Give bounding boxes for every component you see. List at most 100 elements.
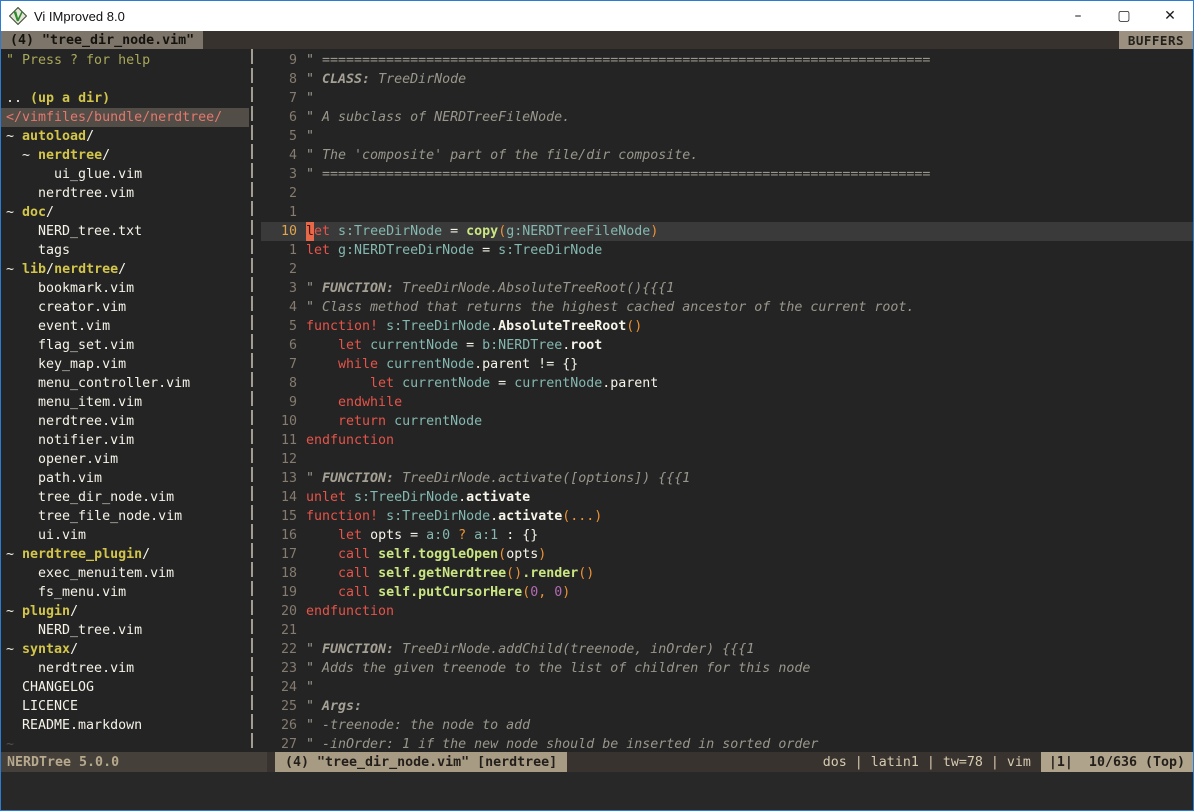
tree-item[interactable]: flag_set.vim <box>1 336 249 355</box>
code-line[interactable]: 3" =====================================… <box>261 165 1193 184</box>
editor-pane[interactable]: 9" =====================================… <box>261 49 1193 752</box>
code-line[interactable]: 13" FUNCTION: TreeDirNode.activate([opti… <box>261 469 1193 488</box>
code-line[interactable]: 20endfunction <box>261 602 1193 621</box>
code-line[interactable]: 2 <box>261 184 1193 203</box>
tree-item[interactable]: NERD_tree.txt <box>1 222 249 241</box>
tree-item[interactable]: event.vim <box>1 317 249 336</box>
tree-item[interactable]: notifier.vim <box>1 431 249 450</box>
tree-item[interactable]: ~ syntax/ <box>1 640 249 659</box>
token-n <box>466 526 474 545</box>
command-line[interactable] <box>1 772 1193 810</box>
tree-item[interactable]: ~ plugin/ <box>1 602 249 621</box>
token-cb: CLASS: <box>322 70 370 89</box>
code-line[interactable]: 25" Args: <box>261 697 1193 716</box>
code-line[interactable]: 17 call self.toggleOpen(opts) <box>261 545 1193 564</box>
code-line[interactable]: 21 <box>261 621 1193 640</box>
code-line-current[interactable]: 10let s:TreeDirNode = copy(g:NERDTreeFil… <box>261 222 1193 241</box>
token-w: ~ <box>6 205 22 220</box>
tree-item[interactable]: tree_file_node.vim <box>1 507 249 526</box>
token-d: nerdtree_plugin <box>22 547 142 562</box>
tree-item[interactable]: menu_controller.vim <box>1 374 249 393</box>
tree-item[interactable]: menu_item.vim <box>1 393 249 412</box>
tree-item[interactable]: ui.vim <box>1 526 249 545</box>
tree-item[interactable]: ~ nerdtree_plugin/ <box>1 545 249 564</box>
code-line[interactable]: 12 <box>261 450 1193 469</box>
tab-active[interactable]: (4) "tree_dir_node.vim" <box>1 31 203 49</box>
tree-item[interactable]: bookmark.vim <box>1 279 249 298</box>
code-line[interactable]: 24" <box>261 678 1193 697</box>
code-line[interactable]: 5function! s:TreeDirNode.AbsoluteTreeRoo… <box>261 317 1193 336</box>
tree-item[interactable]: CHANGELOG <box>1 678 249 697</box>
code-line[interactable]: 26" -treenode: the node to add <box>261 716 1193 735</box>
code-line[interactable]: 16 let opts = a:0 ? a:1 : {} <box>261 526 1193 545</box>
code-line[interactable]: 7 while currentNode.parent != {} <box>261 355 1193 374</box>
tree-item[interactable]: path.vim <box>1 469 249 488</box>
tree-item[interactable]: ~ lib/nerdtree/ <box>1 260 249 279</box>
line-number: 14 <box>261 488 297 507</box>
code-line[interactable]: 22" FUNCTION: TreeDirNode.addChild(treen… <box>261 640 1193 659</box>
tree-item[interactable]: nerdtree.vim <box>1 184 249 203</box>
line-number: 4 <box>261 298 297 317</box>
code-line[interactable]: 19 call self.putCursorHere(0, 0) <box>261 583 1193 602</box>
vertical-split[interactable] <box>249 49 261 752</box>
code-line[interactable]: 6" A subclass of NERDTreeFileNode. <box>261 108 1193 127</box>
code-line[interactable]: 9" =====================================… <box>261 51 1193 70</box>
token-w: ui_glue.vim <box>6 167 142 182</box>
code-line[interactable]: 11endfunction <box>261 431 1193 450</box>
minimize-button[interactable]: – <box>1055 1 1101 31</box>
code-line[interactable]: 10 return currentNode <box>261 412 1193 431</box>
code-line[interactable]: 4" The 'composite' part of the file/dir … <box>261 146 1193 165</box>
code-line[interactable]: 4 " Class method that returns the highest… <box>261 298 1193 317</box>
tree-item[interactable]: exec_menuitem.vim <box>1 564 249 583</box>
token-k: et <box>314 222 330 241</box>
tree-item[interactable]: " Press ? for help <box>1 51 249 70</box>
tree-item[interactable]: NERD_tree.vim <box>1 621 249 640</box>
tree-item[interactable]: creator.vim <box>1 298 249 317</box>
maximize-button[interactable]: ▢ <box>1101 1 1147 31</box>
tree-item[interactable]: .. (up a dir) <box>1 89 249 108</box>
main-area: " Press ? for help .. (up a dir)</vimfil… <box>1 49 1193 752</box>
tree-item[interactable]: ui_glue.vim <box>1 165 249 184</box>
code-line[interactable]: 2 <box>261 260 1193 279</box>
tree-item[interactable]: tree_dir_node.vim <box>1 488 249 507</box>
token-i: a:0 <box>426 526 450 545</box>
code-line[interactable]: 23" Adds the given treenode to the list … <box>261 659 1193 678</box>
code-line[interactable]: 7" <box>261 89 1193 108</box>
tree-item[interactable]: README.markdown <box>1 716 249 735</box>
tree-item[interactable]: ~ nerdtree/ <box>1 146 249 165</box>
tree-item[interactable]: ~ <box>1 735 249 752</box>
code-line[interactable]: 27" -inOrder: 1 if the new node should b… <box>261 735 1193 752</box>
token-k: endfunction <box>306 602 394 621</box>
token-k: endwhile <box>338 393 402 412</box>
tree-item[interactable]: ~ doc/ <box>1 203 249 222</box>
token-c: " <box>306 279 322 298</box>
code-line[interactable]: 18 call self.getNerdtree().render() <box>261 564 1193 583</box>
code-line[interactable]: 1 <box>261 203 1193 222</box>
code-line[interactable]: 6 let currentNode = b:NERDTree.root <box>261 336 1193 355</box>
code-line[interactable]: 14unlet s:TreeDirNode.activate <box>261 488 1193 507</box>
code-line[interactable]: 1let g:NERDTreeDirNode = s:TreeDirNode <box>261 241 1193 260</box>
token-c: " Class method that returns the highest … <box>306 298 914 317</box>
nerdtree-panel[interactable]: " Press ? for help .. (up a dir)</vimfil… <box>1 49 249 752</box>
tree-item[interactable]: key_map.vim <box>1 355 249 374</box>
code-line[interactable]: 9 endwhile <box>261 393 1193 412</box>
close-button[interactable]: ✕ <box>1147 1 1193 31</box>
code-line[interactable]: 8 let currentNode = currentNode.parent <box>261 374 1193 393</box>
tree-item[interactable]: fs_menu.vim <box>1 583 249 602</box>
token-w: README.markdown <box>6 718 142 733</box>
tree-item[interactable]: tags <box>1 241 249 260</box>
line-number: 7 <box>261 355 297 374</box>
tree-item[interactable]: opener.vim <box>1 450 249 469</box>
tree-item[interactable]: ~ autoload/ <box>1 127 249 146</box>
line-number: 6 <box>261 108 297 127</box>
code-line[interactable]: 3" FUNCTION: TreeDirNode.AbsoluteTreeRoo… <box>261 279 1193 298</box>
line-number: 2 <box>261 260 297 279</box>
tree-root-item[interactable]: </vimfiles/bundle/nerdtree/ <box>1 108 249 127</box>
tree-item[interactable]: nerdtree.vim <box>1 659 249 678</box>
code-line[interactable]: 15function! s:TreeDirNode.activate(...) <box>261 507 1193 526</box>
tree-item[interactable]: LICENCE <box>1 697 249 716</box>
tree-item[interactable]: nerdtree.vim <box>1 412 249 431</box>
code-line[interactable]: 5" <box>261 127 1193 146</box>
tree-item[interactable] <box>1 70 249 89</box>
code-line[interactable]: 8" CLASS: TreeDirNode <box>261 70 1193 89</box>
